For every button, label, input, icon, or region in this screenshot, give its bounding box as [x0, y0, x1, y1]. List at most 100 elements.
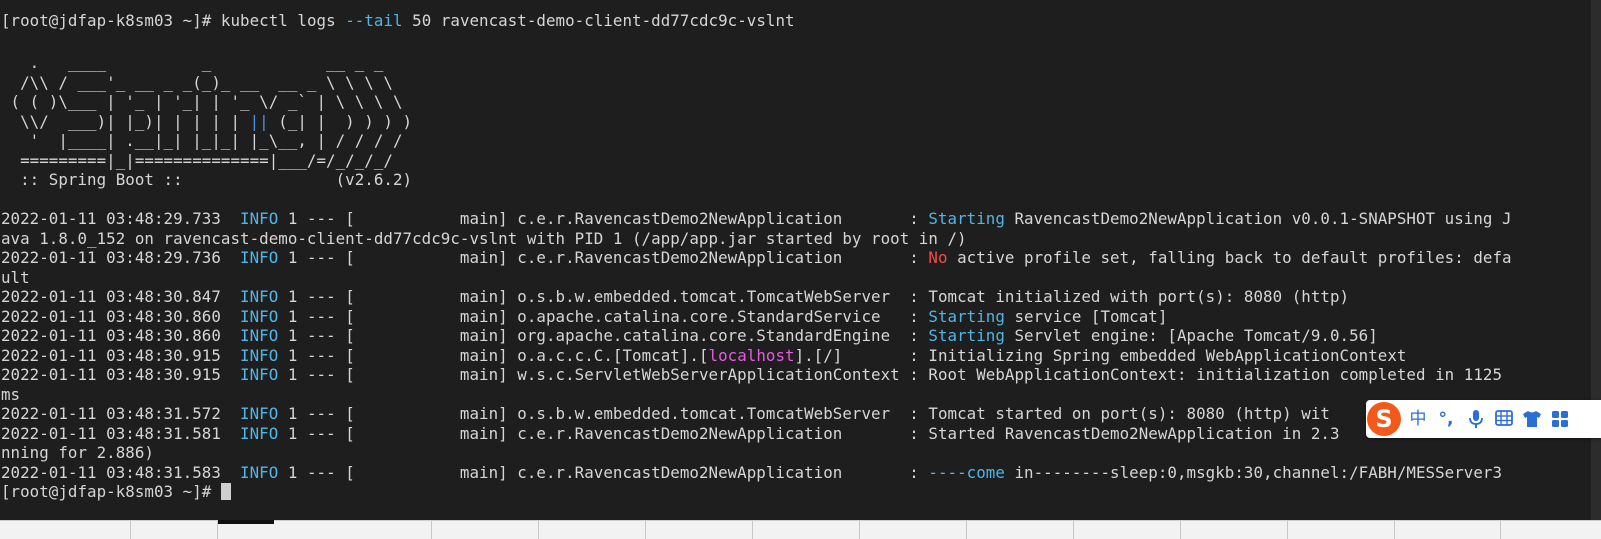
status-cell [1181, 521, 1288, 539]
log-level: INFO [240, 404, 279, 423]
status-cell [753, 521, 860, 539]
more-icon[interactable] [1548, 406, 1572, 432]
log-message: Servlet engine: [Apache Tomcat/9.0.56] [1004, 326, 1378, 345]
status-cell [1395, 521, 1501, 539]
status-cell [131, 521, 218, 539]
log-message: RavencastDemo2NewApplication v0.0.1-SNAP… [1004, 209, 1512, 228]
log-line: 2022-01-11 03:48:29.736 INFO 1 --- [ mai… [1, 248, 1512, 268]
log-source: 1 --- [ main] org.apache.catalina.core.S… [278, 326, 929, 345]
log-line-wrap: ava 1.8.0_152 on ravencast-demo-client-d… [1, 229, 967, 248]
command-text: kubectl logs [220, 11, 346, 30]
log-line: 2022-01-11 03:48:30.860 INFO 1 --- [ mai… [1, 307, 1167, 327]
log-line: 2022-01-11 03:48:29.733 INFO 1 --- [ mai… [1, 209, 1512, 229]
ime-language-toggle[interactable]: 中 [1406, 406, 1430, 432]
banner-line: /\\ / ___'_ __ _ _(_)_ __ __ _ \ \ \ \ [1, 73, 393, 92]
log-highlight: Starting [928, 326, 1005, 345]
status-cell [860, 521, 967, 539]
log-message: Tomcat started on port(s): 8080 (http) w… [928, 404, 1330, 423]
log-line: 2022-01-11 03:48:30.847 INFO 1 --- [ mai… [1, 287, 1349, 307]
log-timestamp: 2022-01-11 03:48:30.860 [1, 326, 221, 345]
banner-segment: \\/ ___)| |_)| | | | | [1, 112, 250, 131]
log-timestamp: 2022-01-11 03:48:30.915 [1, 346, 221, 365]
shell-prompt: [root@jdfap-k8sm03 ~]# [1, 482, 221, 501]
log-highlight: Starting [928, 307, 1005, 326]
log-source: 1 --- [ main] c.e.r.RavencastDemo2NewApp… [278, 424, 929, 443]
log-line: 2022-01-11 03:48:30.860 INFO 1 --- [ mai… [1, 326, 1378, 346]
log-level: INFO [240, 463, 279, 482]
log-highlight: localhost [708, 346, 795, 365]
log-level: INFO [240, 248, 279, 267]
status-cell [432, 521, 539, 539]
log-level: INFO [240, 424, 279, 443]
log-source: 1 --- [ main] w.s.c.ServletWebServerAppl… [278, 365, 929, 384]
log-timestamp: 2022-01-11 03:48:30.860 [1, 307, 221, 326]
log-source: 1 --- [ main] c.e.r.RavencastDemo2NewApp… [278, 248, 929, 267]
log-level: INFO [240, 326, 279, 345]
shirt-icon[interactable] [1520, 406, 1544, 432]
ime-toolbar[interactable]: S 中 °, [1366, 400, 1601, 438]
status-cell [1074, 521, 1181, 539]
log-source: 1 --- [ main] c.e.r.RavencastDemo2NewApp… [278, 463, 929, 482]
banner-line: \\/ ___)| |_)| | | | | || (_| | ) ) ) ) [1, 112, 412, 132]
log-level: INFO [240, 346, 279, 365]
log-highlight: Starting [928, 209, 1005, 228]
log-level: INFO [240, 287, 279, 306]
log-level: INFO [240, 365, 279, 384]
terminal-output[interactable]: [root@jdfap-k8sm03 ~]# kubectl logs --ta… [0, 0, 1561, 520]
log-line-wrap: ult [1, 268, 30, 287]
log-message: Started RavencastDemo2NewApplication in … [928, 424, 1340, 443]
banner-segment: || [249, 112, 269, 131]
log-timestamp: 2022-01-11 03:48:29.736 [1, 248, 221, 267]
log-level: INFO [240, 209, 279, 228]
log-message: service [Tomcat] [1004, 307, 1168, 326]
text-cursor [220, 483, 231, 500]
log-timestamp: 2022-01-11 03:48:31.581 [1, 424, 221, 443]
banner-segment: (_| | ) ) ) ) [268, 112, 413, 131]
status-cell [0, 521, 131, 539]
log-source: 1 --- [ main] c.e.r.RavencastDemo2NewApp… [278, 209, 929, 228]
status-cell [646, 521, 753, 539]
sogou-logo-icon[interactable]: S [1367, 402, 1401, 436]
status-active-indicator [218, 520, 274, 524]
prompt-line[interactable]: [root@jdfap-k8sm03 ~]# [1, 482, 231, 502]
log-line-wrap: ms [1, 385, 21, 404]
scrollbar[interactable] [1591, 0, 1601, 520]
log-highlight: No [928, 248, 948, 267]
banner-line: =========|_|==============|___/=/_/_/_/ [1, 151, 393, 170]
status-cell [1288, 521, 1395, 539]
keyboard-icon[interactable] [1492, 406, 1516, 432]
log-timestamp: 2022-01-11 03:48:30.915 [1, 365, 221, 384]
log-line: 2022-01-11 03:48:31.572 INFO 1 --- [ mai… [1, 404, 1330, 424]
banner-version-line: :: Spring Boot :: (v2.6.2) [1, 170, 413, 189]
command-line: [root@jdfap-k8sm03 ~]# kubectl logs --ta… [1, 11, 795, 31]
log-timestamp: 2022-01-11 03:48:31.583 [1, 463, 221, 482]
log-message: in--------sleep:0,msgkb:30,channel:/FABH… [1004, 463, 1503, 482]
status-cell [967, 521, 1074, 539]
log-timestamp: 2022-01-11 03:48:30.847 [1, 287, 221, 306]
microphone-icon[interactable] [1464, 406, 1488, 432]
shell-prompt: [root@jdfap-k8sm03 ~]# [1, 11, 221, 30]
log-source: 1 --- [ main] o.apache.catalina.core.Sta… [278, 307, 929, 326]
log-timestamp: 2022-01-11 03:48:29.733 [1, 209, 221, 228]
log-message: active profile set, falling back to defa… [947, 248, 1512, 267]
log-line: 2022-01-11 03:48:30.915 INFO 1 --- [ mai… [1, 346, 1406, 366]
log-timestamp: 2022-01-11 03:48:31.572 [1, 404, 221, 423]
log-message: Root WebApplicationContext: initializati… [928, 365, 1503, 384]
log-line: 2022-01-11 03:48:31.581 INFO 1 --- [ mai… [1, 424, 1340, 444]
command-flag: --tail [345, 11, 403, 30]
command-args: 50 ravencast-demo-client-dd77cdc9c-vslnt [402, 11, 795, 30]
log-line: 2022-01-11 03:48:30.915 INFO 1 --- [ mai… [1, 365, 1502, 385]
log-highlight: ----come [928, 463, 1005, 482]
log-source: 1 --- [ main] o.s.b.w.embedded.tomcat.To… [278, 287, 929, 306]
status-cell [539, 521, 646, 539]
log-level: INFO [240, 307, 279, 326]
log-source: 1 --- [ main] o.s.b.w.embedded.tomcat.To… [278, 404, 929, 423]
ime-punctuation-toggle[interactable]: °, [1434, 406, 1458, 432]
banner-line: ( ( )\___ | '_ | '_| | '_ \/ _` | \ \ \ … [1, 92, 403, 111]
banner-line: ' |____| .__|_| |_|_| |_\__, | / / / / [1, 131, 403, 150]
log-line-wrap: nning for 2.886) [1, 443, 154, 462]
log-message: Tomcat initialized with port(s): 8080 (h… [928, 287, 1350, 306]
log-message: ].[/] : Initializing Spring embedded Web… [794, 346, 1407, 365]
log-source: 1 --- [ main] o.a.c.c.C.[Tomcat].[ [278, 346, 709, 365]
banner-line: . ____ _ __ _ _ [1, 53, 384, 72]
